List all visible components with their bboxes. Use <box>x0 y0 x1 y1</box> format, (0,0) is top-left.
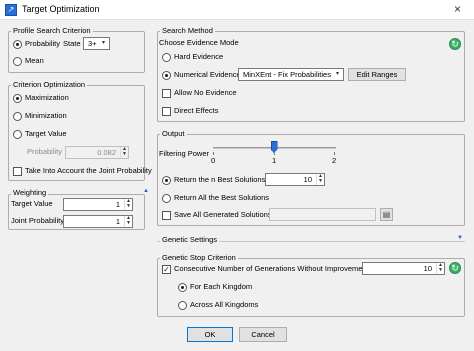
profile-search-group <box>8 31 145 73</box>
direct-effects-checkbox[interactable] <box>162 107 171 116</box>
weight-target-label: Target Value <box>11 199 53 208</box>
across-all-kingdoms-radio[interactable] <box>178 301 187 310</box>
return-n-best-label: Return the n Best Solutions <box>174 175 266 184</box>
collapse-icon[interactable]: ▲ <box>143 188 149 194</box>
check-icon: ✓ <box>163 265 170 274</box>
browse-icon[interactable]: ▤ <box>380 208 393 221</box>
evidence-mode-select[interactable]: MinXEnt - Fix Probabilities ▾ <box>238 68 344 81</box>
return-all-best-label: Return All the Best Solutions <box>174 193 270 202</box>
edit-ranges-button[interactable]: Edit Ranges <box>348 68 406 81</box>
consecutive-label: Consecutive Number of Generations Withou… <box>174 264 369 273</box>
joint-probability-label: Take Into Account the Joint Probability <box>25 166 152 175</box>
save-all-checkbox[interactable] <box>162 211 171 220</box>
numerical-evidence-radio[interactable] <box>162 71 171 80</box>
n-best-spinner[interactable]: ▲ ▼ <box>316 174 324 185</box>
maximization-label: Maximization <box>25 93 69 102</box>
state-value: 3+ <box>88 39 97 48</box>
reset-icon[interactable]: ↻ <box>449 262 461 274</box>
spin-down-icon: ▼ <box>318 178 323 184</box>
consecutive-input[interactable]: 10 <box>362 262 445 275</box>
direct-effects-label: Direct Effects <box>174 106 219 115</box>
allow-no-evidence-checkbox[interactable] <box>162 89 171 98</box>
slider-tick <box>274 152 275 155</box>
ok-button[interactable]: OK <box>187 327 233 342</box>
window-title: Target Optimization <box>22 4 100 14</box>
slider-max-label: 2 <box>332 156 337 165</box>
hard-evidence-label: Hard Evidence <box>174 52 224 61</box>
refresh-icon[interactable]: ↻ <box>449 38 461 50</box>
weight-joint-spinner[interactable]: ▲ ▼ <box>124 216 132 227</box>
probability-field-label: Probability <box>27 147 63 156</box>
slider-mid-label: 1 <box>272 156 277 165</box>
output-title: Output <box>160 129 187 138</box>
probability-spinner[interactable]: ▲ ▼ <box>120 147 128 158</box>
spin-down-icon: ▼ <box>438 267 443 273</box>
choose-evidence-label: Choose Evidence Mode <box>159 38 239 47</box>
across-all-kingdoms-label: Across All Kingdoms <box>190 300 259 309</box>
chevron-down-icon: ▾ <box>102 40 106 46</box>
save-path-input[interactable] <box>269 208 376 221</box>
allow-no-evidence-label: Allow No Evidence <box>174 88 237 97</box>
probability-label: Probability <box>25 39 61 48</box>
numerical-evidence-label: Numerical Evidence <box>174 70 241 79</box>
minimization-label: Minimization <box>25 111 67 120</box>
target-value-label: Target Value <box>25 129 67 138</box>
maximization-radio[interactable] <box>13 94 22 103</box>
return-n-best-radio[interactable] <box>162 176 171 185</box>
slider-min-label: 0 <box>211 156 216 165</box>
close-icon[interactable]: × <box>454 2 461 16</box>
joint-probability-checkbox[interactable] <box>13 167 22 176</box>
criterion-optimization-title: Criterion Optimization <box>11 80 88 89</box>
weight-joint-label: Joint Probability <box>11 216 64 225</box>
slider-tick <box>334 152 335 155</box>
genetic-stop-title: Genetic Stop Criterion <box>160 253 238 262</box>
state-label: State <box>63 39 81 48</box>
hard-evidence-radio[interactable] <box>162 53 171 62</box>
weight-joint-input[interactable]: 1 <box>63 215 133 228</box>
state-select[interactable]: 3+ ▾ <box>83 37 110 50</box>
mean-radio[interactable] <box>13 57 22 66</box>
mean-label: Mean <box>25 56 44 65</box>
target-value-radio[interactable] <box>13 130 22 139</box>
minimization-radio[interactable] <box>13 112 22 121</box>
profile-search-title: Profile Search Criterion <box>11 26 93 35</box>
cancel-button[interactable]: Cancel <box>239 327 287 342</box>
genetic-settings-title[interactable]: Genetic Settings <box>160 235 220 244</box>
spin-down-icon: ▼ <box>122 151 127 157</box>
slider-tick <box>213 152 214 155</box>
expand-icon[interactable]: ▼ <box>457 235 463 241</box>
search-method-title: Search Method <box>160 26 215 35</box>
weight-target-input[interactable]: 1 <box>63 198 133 211</box>
spin-down-icon: ▼ <box>126 203 131 209</box>
consecutive-spinner[interactable]: ▲ ▼ <box>436 263 444 274</box>
app-icon: ↗ <box>5 4 17 16</box>
probability-radio[interactable] <box>13 40 22 49</box>
for-each-kingdom-radio[interactable] <box>178 283 187 292</box>
save-all-label: Save All Generated Solutions <box>174 210 272 219</box>
weight-target-spinner[interactable]: ▲ ▼ <box>124 199 132 210</box>
chevron-down-icon: ▾ <box>336 71 340 77</box>
evidence-mode-value: MinXEnt - Fix Probabilities <box>243 70 331 79</box>
for-each-kingdom-label: For Each Kingdom <box>190 282 253 291</box>
title-bar: ↗ Target Optimization × <box>0 0 474 20</box>
spin-down-icon: ▼ <box>126 220 131 226</box>
filtering-power-label: Filtering Power <box>159 149 210 158</box>
return-all-best-radio[interactable] <box>162 194 171 203</box>
weighting-title: Weighting <box>11 188 49 197</box>
consecutive-checkbox[interactable]: ✓ <box>162 265 171 274</box>
